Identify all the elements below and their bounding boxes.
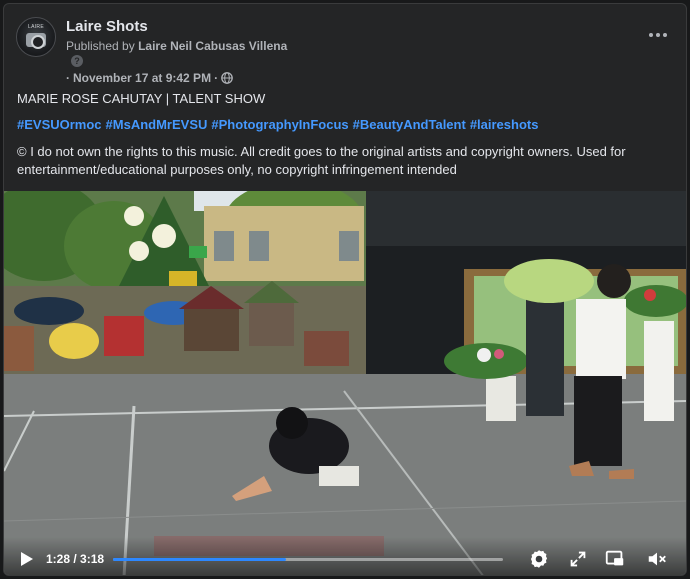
video-time: 1:28 / 3:18 bbox=[46, 552, 105, 566]
post-header: LAIRE Laire Shots Published by Laire Nei… bbox=[16, 15, 674, 85]
globe-icon[interactable] bbox=[221, 72, 233, 84]
camera-icon bbox=[26, 33, 46, 49]
avatar-text: LAIRE bbox=[28, 24, 44, 30]
post-disclaimer: © I do not own the rights to this music.… bbox=[17, 144, 626, 177]
post-title: MARIE ROSE CAHUTAY | TALENT SHOW bbox=[17, 91, 266, 106]
meta-separator: · bbox=[214, 71, 219, 85]
hashtag-link[interactable]: #EVSUOrmoc bbox=[17, 117, 102, 132]
published-prefix: Published by bbox=[66, 39, 135, 53]
picture-in-picture-icon[interactable] bbox=[604, 548, 626, 570]
volume-muted-icon[interactable] bbox=[646, 548, 668, 570]
video-controls: 1:28 / 3:18 bbox=[4, 537, 686, 575]
published-by: Published by Laire Neil Cabusas Villena bbox=[66, 39, 287, 53]
hashtag-list: #EVSUOrmoc #MsAndMrEVSU #PhotographyInFo… bbox=[17, 117, 538, 132]
question-icon[interactable]: ? bbox=[71, 55, 83, 67]
play-icon[interactable] bbox=[20, 551, 34, 567]
video-progress-fill bbox=[113, 558, 287, 561]
video-frame bbox=[4, 191, 686, 575]
page-name-link[interactable]: Laire Shots bbox=[66, 18, 148, 35]
page-avatar[interactable]: LAIRE bbox=[16, 17, 56, 57]
more-options-icon[interactable] bbox=[646, 25, 670, 45]
meta-dot: · bbox=[66, 71, 70, 85]
publisher-name-link[interactable]: Laire Neil Cabusas Villena bbox=[138, 39, 287, 53]
video-progress-bar[interactable] bbox=[113, 558, 503, 561]
hashtag-link[interactable]: #BeautyAndTalent bbox=[353, 117, 466, 132]
hashtag-link[interactable]: #PhotographyInFocus bbox=[211, 117, 348, 132]
fullscreen-icon[interactable] bbox=[567, 548, 589, 570]
post-card: LAIRE Laire Shots Published by Laire Nei… bbox=[3, 3, 687, 576]
gear-icon[interactable] bbox=[528, 548, 550, 570]
hashtag-link[interactable]: #laireshots bbox=[470, 117, 539, 132]
hashtag-link[interactable]: #MsAndMrEVSU bbox=[106, 117, 208, 132]
timestamp-link[interactable]: November 17 at 9:42 PM bbox=[73, 71, 211, 85]
video-player[interactable]: 1:28 / 3:18 bbox=[4, 191, 686, 575]
post-meta: · November 17 at 9:42 PM · bbox=[66, 71, 233, 85]
